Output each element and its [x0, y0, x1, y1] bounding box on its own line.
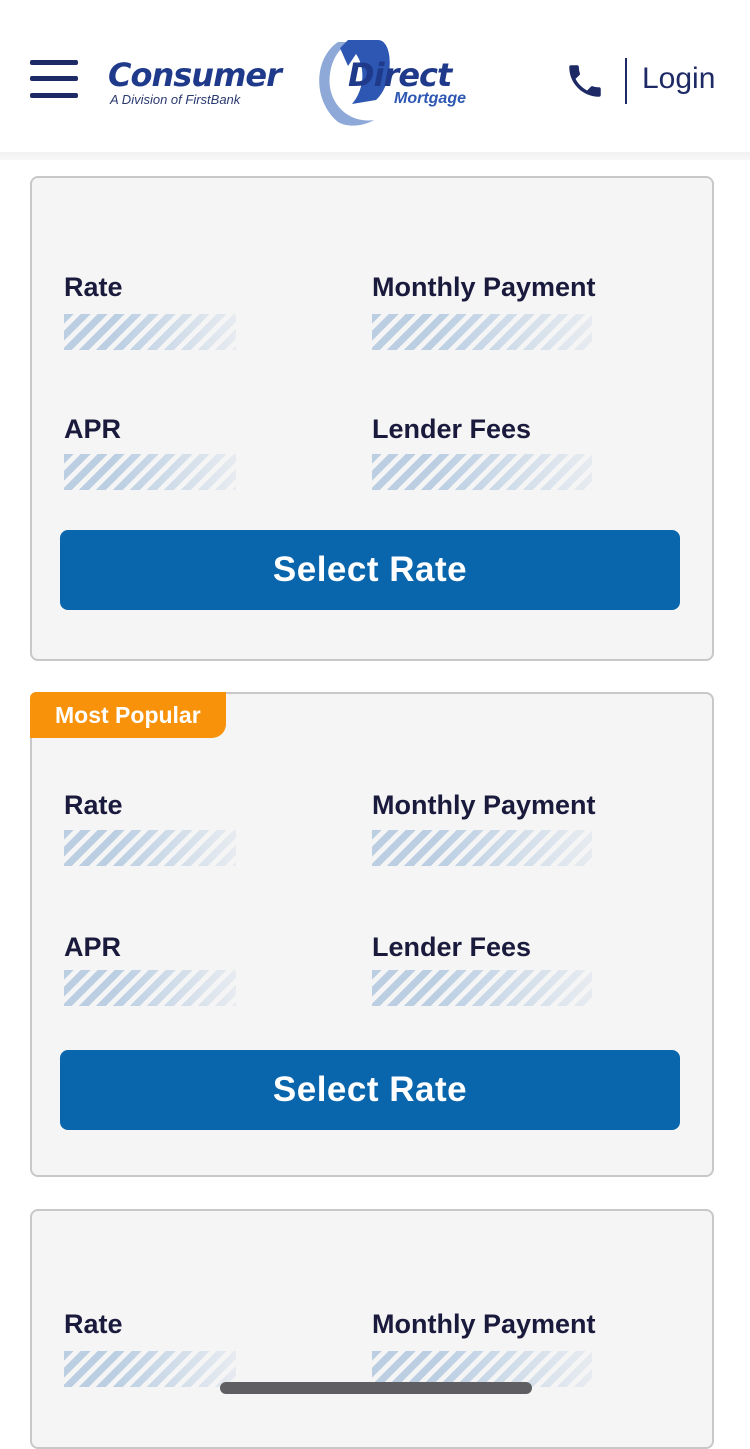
- brand-name-part2: Direct: [348, 56, 452, 94]
- most-popular-badge: Most Popular: [30, 692, 226, 738]
- monthly-payment-placeholder: [372, 314, 592, 350]
- rate-label: Rate: [64, 790, 123, 820]
- home-indicator[interactable]: [220, 1382, 532, 1394]
- apr-label: APR: [64, 932, 122, 962]
- rate-value-placeholder: [64, 314, 236, 350]
- rate-value-placeholder: [64, 830, 236, 866]
- monthly-payment-label: Monthly Payment: [372, 790, 596, 820]
- lender-fees-placeholder: [372, 970, 592, 1006]
- rate-card: Rate Monthly Payment: [30, 1209, 714, 1449]
- app-header: Consumer Direct A Division of FirstBank …: [0, 0, 750, 160]
- brand-logo[interactable]: Consumer Direct A Division of FirstBank …: [108, 38, 488, 128]
- monthly-payment-label: Monthly Payment: [372, 1309, 596, 1339]
- rate-card-most-popular: Most Popular Rate Monthly Payment APR Le…: [30, 692, 714, 1177]
- select-rate-button[interactable]: Select Rate: [60, 530, 680, 610]
- brand-tagline: A Division of FirstBank: [110, 92, 241, 107]
- lender-fees-label: Lender Fees: [372, 414, 532, 444]
- brand-name-part1: Consumer: [108, 56, 282, 94]
- brand-sub: Mortgage: [394, 90, 466, 107]
- rate-label: Rate: [64, 272, 123, 302]
- monthly-payment-placeholder: [372, 830, 592, 866]
- lender-fees-label: Lender Fees: [372, 932, 532, 962]
- rate-value-placeholder: [64, 1351, 236, 1387]
- menu-icon[interactable]: [30, 60, 78, 100]
- login-link[interactable]: Login: [642, 62, 715, 96]
- header-divider: [625, 58, 627, 104]
- header-shadow: [0, 152, 750, 160]
- rate-card: Rate Monthly Payment APR Lender Fees Sel…: [30, 176, 714, 661]
- select-rate-button[interactable]: Select Rate: [60, 1050, 680, 1130]
- rate-label: Rate: [64, 1309, 123, 1339]
- apr-label: APR: [64, 414, 122, 444]
- lender-fees-placeholder: [372, 454, 592, 490]
- apr-value-placeholder: [64, 454, 236, 490]
- monthly-payment-label: Monthly Payment: [372, 272, 596, 302]
- phone-icon[interactable]: [564, 60, 606, 102]
- apr-value-placeholder: [64, 970, 236, 1006]
